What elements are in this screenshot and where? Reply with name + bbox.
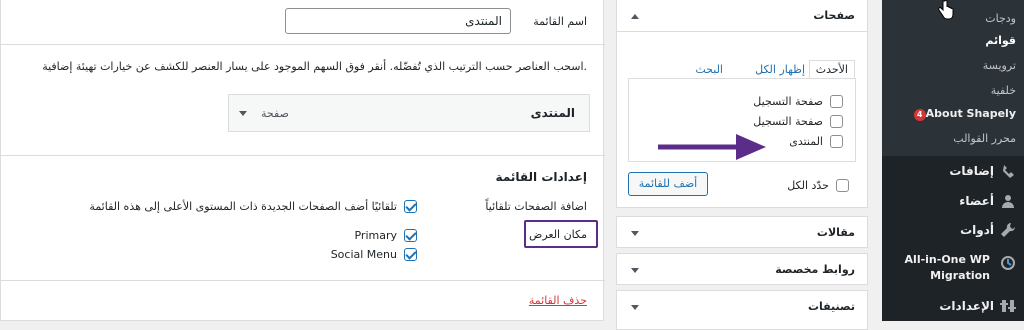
migration-label-line1: All-in-One WP [904,253,990,266]
add-to-menu-button[interactable]: أضف للقائمة [628,172,708,196]
instructions-text: اسحب العناصر حسب الترتيب الذي تُفضّله. أ… [42,60,587,73]
menu-users[interactable]: أعضاء [959,193,1016,209]
menu-settings-label: الإعدادات [939,299,994,313]
menu-item-type: صفحة [261,107,289,120]
pages-panel-title: صفحات [813,9,855,22]
auto-add-text: تلقائيًا أضف الصفحات الجديدة ذات المستوى… [89,200,397,213]
menu-all-in-one-migration[interactable]: All-in-One WP Migration [886,253,1016,287]
menu-name-input[interactable]: المنتدى [285,8,511,34]
location-social-checkbox[interactable] [404,248,417,261]
select-all-label: حدّد الكل [787,179,829,192]
menu-editor: اسم القائمة المنتدى اسحب العناصر حسب الت… [0,0,605,321]
menu-settings[interactable]: الإعدادات [939,298,1016,314]
submenu-widgets[interactable]: ودجات [985,12,1016,25]
users-icon [1002,195,1014,208]
posts-panel-header[interactable]: مقالات [616,216,868,248]
annotation-arrow-icon [658,134,766,160]
expand-arrow-icon [631,268,639,273]
migration-icon [1001,256,1015,270]
tools-icon [1001,222,1016,237]
footer-divider [1,280,605,281]
menu-item-title: المنتدى [530,106,575,120]
custom-links-panel-header[interactable]: روابط مخصصة [616,253,868,285]
location-social-label: Social Menu [330,248,397,261]
plugin-icon [1003,165,1014,178]
pages-panel: صفحات الأحدث إظهار الكل البحث صفحة التسج… [616,0,868,208]
settings-heading: إعدادات القائمة [495,170,587,184]
settings-icon [1000,300,1016,312]
page-item-label: صفحة التسجيل [753,115,823,128]
pages-panel-header[interactable]: صفحات [617,0,867,32]
submenu-header[interactable]: ترويسة [983,59,1016,72]
menu-tools[interactable]: أدوات [960,222,1016,238]
submenu-background[interactable]: خلفية [991,84,1016,97]
posts-panel-title: مقالات [816,226,855,239]
hand-cursor-icon [938,0,954,23]
submenu-about-shapely[interactable]: 4 About Shapely [911,107,1016,121]
appearance-submenu: ودجات قوائم ترويسة خلفية 4 About Shapely … [882,0,1024,156]
auto-add-checkbox[interactable] [404,200,417,213]
migration-label-line2: Migration [930,269,990,282]
tab-most-recent[interactable]: الأحدث [808,60,855,79]
menu-name-label: اسم القائمة [533,15,587,28]
menu-plugins[interactable]: إضافات [949,163,1016,179]
menu-plugins-label: إضافات [949,164,994,178]
expand-arrow-icon [631,305,639,310]
select-all-checkbox[interactable] [836,179,849,192]
submenu-theme-editor[interactable]: محرر القوالب [953,132,1016,145]
section-divider [1,155,605,156]
submenu-menus[interactable]: قوائم [985,34,1016,47]
page-checkbox[interactable] [830,95,843,108]
header-divider [1,44,605,45]
expand-arrow-icon [631,231,639,236]
menu-users-label: أعضاء [959,194,994,208]
auto-add-label: اضافة الصفحات تلقائياً [485,200,587,213]
page-checkbox[interactable] [830,135,843,148]
tab-search[interactable]: البحث [695,63,723,76]
location-primary-label: Primary [354,229,397,242]
display-location-label: مكان العرض [529,228,587,241]
delete-menu-link[interactable]: حذف القائمة [529,294,587,307]
collapse-arrow-icon [631,14,639,19]
menu-tools-label: أدوات [960,223,994,237]
item-expand-arrow-icon[interactable] [239,111,247,116]
page-item-label: صفحة التسجيل [753,95,823,108]
custom-links-panel-title: روابط مخصصة [775,263,855,276]
page-checkbox[interactable] [830,115,843,128]
notification-badge: 4 [913,109,926,121]
page-item-label: المنتدى [789,135,823,148]
menu-item-bar[interactable]: المنتدى صفحة [228,94,590,132]
location-primary-checkbox[interactable] [404,229,417,242]
submenu-about-shapely-label: About Shapely [925,107,1016,120]
tab-view-all[interactable]: إظهار الكل [755,63,805,76]
categories-panel-title: تصنيفات [807,300,855,313]
categories-panel-header[interactable]: تصنيفات [616,290,868,330]
